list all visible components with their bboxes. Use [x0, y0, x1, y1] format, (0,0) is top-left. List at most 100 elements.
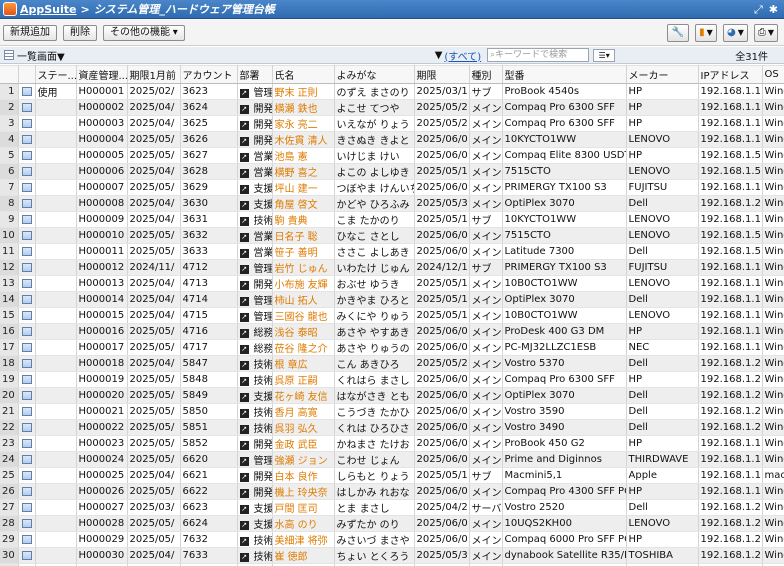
table-row[interactable]: 20 H000020 2025/05/5849 ↗ 支援 花ヶ崎 友信 はながさき とも 20… — [0, 387, 784, 404]
table-row[interactable]: 14 H000014 2025/04/4714 ↗ 管理 柿山 拓人 かきやま ひろと 202… — [0, 291, 784, 308]
document-icon[interactable] — [21, 374, 32, 384]
external-link-icon[interactable]: ↗ — [239, 136, 249, 146]
document-icon[interactable] — [21, 550, 32, 560]
row-detail-cell[interactable] — [18, 163, 36, 180]
delete-button[interactable]: 削除 — [63, 24, 97, 41]
document-icon[interactable] — [21, 310, 32, 320]
table-row[interactable]: 6 H000006 2025/04/3628 ↗ 営業 横野 喜之 よこの よしゆき 2025… — [0, 163, 784, 180]
expand-icon[interactable]: ⤢ — [754, 4, 763, 15]
row-detail-cell[interactable] — [18, 211, 36, 228]
table-row[interactable]: 15 H000015 2025/04/4715 ↗ 管理 三國谷 龍也 みくにや りゅう 20… — [0, 307, 784, 324]
document-icon[interactable] — [21, 118, 32, 128]
table-row[interactable]: 26 H000026 2025/05/6622 ↗ 開発 機上 玲央奈 はしかみ れおな 20… — [0, 483, 784, 500]
gear-icon[interactable]: ✱ — [769, 4, 778, 15]
external-link-icon[interactable]: ↗ — [239, 200, 249, 210]
row-detail-cell[interactable] — [18, 547, 36, 564]
user-name-link[interactable]: 岩竹 じゅん — [272, 259, 335, 276]
document-icon[interactable] — [21, 230, 32, 240]
table-row[interactable]: 17 H000017 2025/05/4717 ↗ 総務 莅谷 隆之介 あさや りゅうの 20… — [0, 339, 784, 356]
document-icon[interactable] — [21, 454, 32, 464]
column-header[interactable]: OS — [762, 65, 784, 84]
table-row[interactable]: 27 H000027 2025/03/6623 ↗ 支援 戸間 匡司 とま まさし 2025/… — [0, 499, 784, 516]
user-name-link[interactable]: 水高 のり — [272, 515, 335, 532]
document-icon[interactable] — [21, 470, 32, 480]
other-functions-button[interactable]: その他の機能 ▾ — [103, 24, 185, 41]
table-row[interactable]: 16 H000016 2025/05/4716 ↗ 総務 浅谷 泰昭 あさや やすあき 202… — [0, 323, 784, 340]
row-detail-cell[interactable] — [18, 419, 36, 436]
external-link-icon[interactable]: ↗ — [239, 344, 249, 354]
user-name-link[interactable]: 池島 憲 — [272, 147, 335, 164]
table-row[interactable]: 18 H000018 2025/04/5847 ↗ 技術根 章広 こん あきひろ 2025/… — [0, 355, 784, 372]
search-input[interactable]: ⌕キーワードで検索 — [487, 48, 590, 62]
column-header[interactable]: 部署 — [237, 65, 273, 84]
row-detail-cell[interactable] — [18, 147, 36, 164]
table-row[interactable]: 30 H000030 2025/04/7633 ↗ 技術崔 徳郎 ちょい とくろう 2025… — [0, 547, 784, 564]
table-row[interactable]: 28 H000028 2025/05/6624 ↗ 支援 水高 のり みずたか のり 2025… — [0, 515, 784, 532]
row-detail-cell[interactable] — [18, 499, 36, 516]
row-detail-cell[interactable] — [18, 179, 36, 196]
column-header[interactable]: 種別 — [469, 65, 503, 84]
column-header[interactable]: よみがな — [334, 65, 415, 84]
document-icon[interactable] — [21, 502, 32, 512]
table-row[interactable]: 10 H000010 2025/05/3632 ↗ 営業 日名子 聡ひなこ さとし 2025… — [0, 227, 784, 244]
document-icon[interactable] — [21, 390, 32, 400]
table-row[interactable]: 11 H000011 2025/05/3633 ↗ 営業 笹子 善明 ささこ よしあき 202… — [0, 243, 784, 260]
filter-link[interactable]: (すべて) — [444, 48, 481, 63]
column-menu-button[interactable]: ☰▾ — [593, 48, 616, 62]
table-row[interactable]: 29 H000029 2025/05/7632 ↗ 技術 美細津 将弥 みさいづ まさや 20… — [0, 531, 784, 548]
row-detail-cell[interactable] — [18, 291, 36, 308]
user-name-link[interactable]: 強瀬 ジョン — [272, 451, 335, 468]
external-link-icon[interactable]: ↗ — [239, 360, 249, 370]
external-link-icon[interactable]: ↗ — [239, 88, 249, 98]
external-link-icon[interactable]: ↗ — [239, 440, 249, 450]
document-icon[interactable] — [21, 486, 32, 496]
user-name-link[interactable]: 根 章広 — [272, 355, 335, 372]
user-name-link[interactable]: 日名子 聡 — [272, 227, 335, 244]
user-name-link[interactable]: 香月 高寛 — [272, 403, 335, 420]
user-name-link[interactable]: 戸間 匡司 — [272, 499, 335, 516]
user-name-link[interactable]: 白本 良作 — [272, 467, 335, 484]
row-detail-cell[interactable] — [18, 99, 36, 116]
external-link-icon[interactable]: ↗ — [239, 184, 249, 194]
user-name-link[interactable]: 横瀬 鉄也 — [272, 99, 335, 116]
document-icon[interactable] — [21, 166, 32, 176]
row-detail-cell[interactable] — [18, 115, 36, 132]
external-link-icon[interactable]: ↗ — [239, 536, 249, 546]
user-name-link[interactable]: 家永 亮二 — [272, 115, 335, 132]
document-icon[interactable] — [21, 182, 32, 192]
external-link-icon[interactable]: ↗ — [239, 520, 249, 530]
external-link-icon[interactable]: ↗ — [239, 248, 249, 258]
external-link-icon[interactable]: ↗ — [239, 504, 249, 514]
user-name-link[interactable]: 柿山 拓人 — [272, 291, 335, 308]
table-row[interactable]: 7 H000007 2025/05/3629 ↗ 支援 坪山 建一 つぼやま けんいち 202… — [0, 179, 784, 196]
row-detail-cell[interactable] — [18, 259, 36, 276]
document-icon[interactable] — [21, 246, 32, 256]
document-icon[interactable] — [21, 262, 32, 272]
external-link-icon[interactable]: ↗ — [239, 408, 249, 418]
document-icon[interactable] — [21, 518, 32, 528]
external-link-icon[interactable]: ↗ — [239, 424, 249, 434]
table-row[interactable]: 24 H000024 2025/05/6620 ↗ 管理 強瀬 ジョン こわせ じょん 202… — [0, 451, 784, 468]
external-link-icon[interactable]: ↗ — [239, 376, 249, 386]
app-name-link[interactable]: AppSuite — [20, 3, 77, 16]
row-detail-cell[interactable] — [18, 387, 36, 404]
document-icon[interactable] — [21, 342, 32, 352]
external-link-icon[interactable]: ↗ — [239, 104, 249, 114]
row-detail-cell[interactable] — [18, 131, 36, 148]
table-row[interactable]: 8 H000008 2025/04/3630 ↗ 支援 角屋 啓文 かどや ひろふみ 2025… — [0, 195, 784, 212]
user-name-link[interactable]: 花ヶ崎 友信 — [272, 387, 335, 404]
row-detail-cell[interactable] — [18, 403, 36, 420]
document-icon[interactable] — [21, 150, 32, 160]
external-link-icon[interactable]: ↗ — [239, 488, 249, 498]
document-icon[interactable] — [21, 198, 32, 208]
row-detail-cell[interactable] — [18, 483, 36, 500]
external-link-icon[interactable]: ↗ — [239, 280, 249, 290]
user-name-link[interactable]: 呉原 正嗣 — [272, 371, 335, 388]
column-header[interactable]: 期限 — [414, 65, 470, 84]
user-name-link[interactable]: 坪山 建一 — [272, 179, 335, 196]
table-row[interactable]: 13 H000013 2025/04/4713 ↗ 開発 小布施 友輝 おぶせ ゆうき 202… — [0, 275, 784, 292]
row-detail-cell[interactable] — [18, 515, 36, 532]
row-detail-cell[interactable] — [18, 339, 36, 356]
document-icon[interactable] — [21, 214, 32, 224]
external-link-icon[interactable]: ↗ — [239, 264, 249, 274]
